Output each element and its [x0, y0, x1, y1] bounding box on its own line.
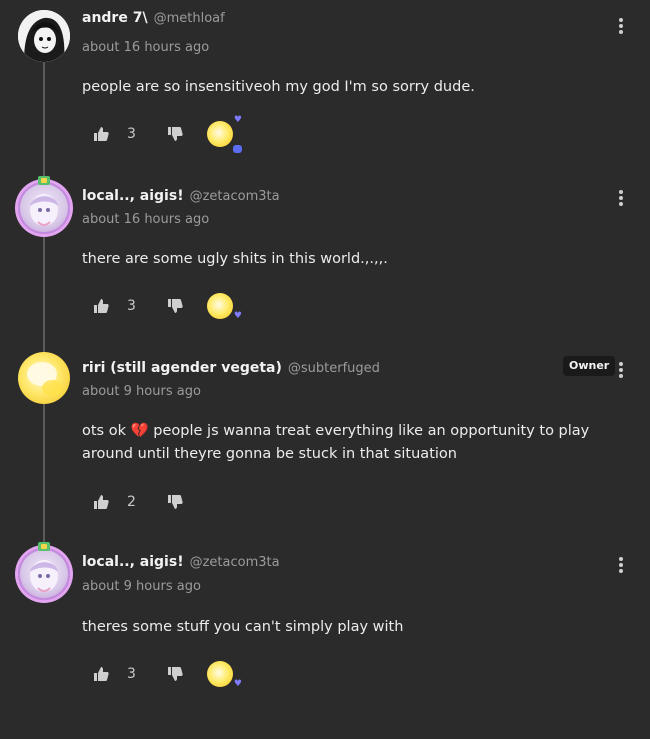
- vote-score: 2: [127, 494, 136, 510]
- comment-text: ots ok 💔 people js wanna treat everythin…: [82, 420, 622, 466]
- user-handle[interactable]: @subterfuged: [288, 361, 380, 376]
- timestamp[interactable]: about 9 hours ago: [82, 384, 201, 399]
- thumbs-up-icon[interactable]: [93, 126, 109, 142]
- display-name[interactable]: local.., aigis!: [82, 188, 184, 204]
- comment-text: people are so insensitiveoh my god I'm s…: [82, 79, 475, 95]
- comment-actions: 3 ♥: [93, 116, 242, 153]
- kebab-menu-icon[interactable]: [616, 16, 626, 36]
- avatar-image: [27, 362, 62, 396]
- reaction-avatar[interactable]: ♥: [207, 293, 242, 321]
- reaction-avatar[interactable]: ♥: [207, 661, 242, 689]
- avatar[interactable]: [18, 182, 70, 234]
- comment-text-start: ots ok: [82, 423, 126, 439]
- avatar[interactable]: [18, 10, 70, 62]
- display-name[interactable]: andre 7\: [82, 10, 148, 26]
- timestamp[interactable]: about 16 hours ago: [82, 212, 209, 227]
- comment: riri (still agender vegeta) @subterfuged…: [0, 352, 650, 522]
- comment-actions: 2: [93, 489, 183, 515]
- timestamp[interactable]: about 16 hours ago: [82, 40, 209, 55]
- thumbs-down-icon[interactable]: [167, 126, 183, 142]
- broken-heart-emoji: 💔: [130, 423, 149, 439]
- heart-icon: ♥: [233, 679, 242, 689]
- avatar-image: [30, 560, 58, 592]
- reaction-avatar[interactable]: ♥: [207, 116, 242, 153]
- comment: local.., aigis! @zetacom3ta about 9 hour…: [0, 542, 650, 698]
- heart-icon: ♥: [233, 115, 242, 125]
- thumbs-down-icon[interactable]: [167, 298, 183, 314]
- comment-text: there are some ugly shits in this world.…: [82, 251, 388, 267]
- comment-actions: 3 ♥: [93, 661, 242, 689]
- comment-text-rest: people js wanna treat everything like an…: [82, 423, 590, 462]
- display-name[interactable]: riri (still agender vegeta): [82, 360, 282, 376]
- user-handle[interactable]: @zetacom3ta: [190, 555, 280, 570]
- thumbs-down-icon[interactable]: [167, 666, 183, 682]
- kebab-menu-icon[interactable]: [616, 360, 626, 380]
- comment: andre 7\ @methloaf about 16 hours ago pe…: [0, 10, 650, 160]
- avatar[interactable]: [18, 548, 70, 600]
- crown-badge-icon: [38, 542, 50, 551]
- heart-icon: ♥: [233, 311, 242, 321]
- thumbs-up-icon[interactable]: [93, 494, 109, 510]
- kebab-menu-icon[interactable]: [616, 188, 626, 208]
- vote-score: 3: [127, 298, 136, 314]
- comment-actions: 3 ♥: [93, 293, 242, 321]
- avatar[interactable]: [18, 352, 70, 404]
- vote-score: 3: [127, 666, 136, 682]
- thumbs-up-icon[interactable]: [93, 298, 109, 314]
- display-name[interactable]: local.., aigis!: [82, 554, 184, 570]
- user-handle[interactable]: @zetacom3ta: [190, 189, 280, 204]
- timestamp[interactable]: about 9 hours ago: [82, 579, 201, 594]
- owner-badge: Owner: [563, 356, 616, 376]
- avatar-image: [18, 10, 70, 62]
- comment: local.., aigis! @zetacom3ta about 16 hou…: [0, 176, 650, 330]
- kebab-menu-icon[interactable]: [616, 555, 626, 575]
- comment-text: theres some stuff you can't simply play …: [82, 619, 404, 635]
- vote-score: 3: [127, 126, 136, 142]
- chat-bubble-icon: [233, 145, 242, 153]
- avatar-image: [30, 194, 58, 226]
- user-handle[interactable]: @methloaf: [154, 11, 225, 26]
- thumbs-up-icon[interactable]: [93, 666, 109, 682]
- thumbs-down-icon[interactable]: [167, 494, 183, 510]
- crown-badge-icon: [38, 176, 50, 185]
